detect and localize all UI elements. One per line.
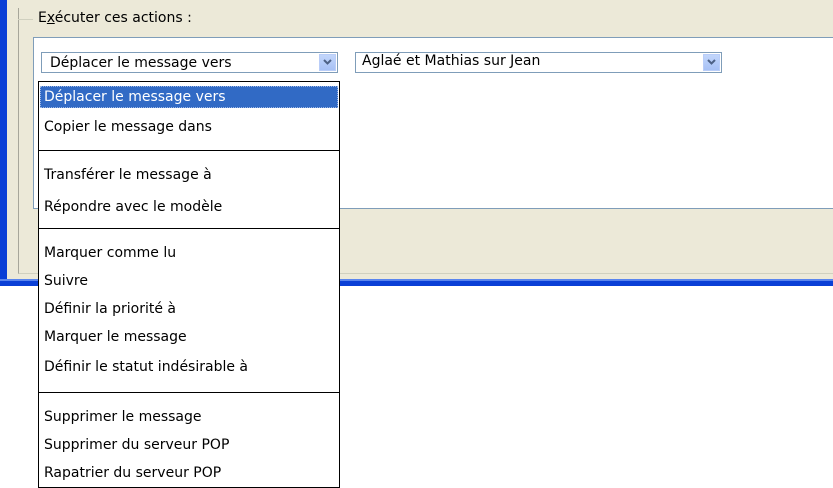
action-type-select[interactable]: Déplacer le message vers xyxy=(41,52,338,73)
chevron-down-icon xyxy=(323,59,332,65)
group-title-rest: écuter ces actions : xyxy=(54,10,192,26)
target-folder-select[interactable]: Aglaé et Mathias sur Jean xyxy=(355,52,722,73)
window-border-left xyxy=(0,0,7,286)
dropdown-option-fetch-pop[interactable]: Rapatrier du serveur POP xyxy=(40,462,338,484)
dropdown-option-move[interactable]: Déplacer le message vers xyxy=(40,86,338,108)
dropdown-option-delete-pop[interactable]: Supprimer du serveur POP xyxy=(40,434,338,456)
groupbox-top-line xyxy=(18,19,33,20)
dropdown-option-mark-read[interactable]: Marquer comme lu xyxy=(40,242,338,264)
dropdown-separator xyxy=(39,228,339,229)
action-type-value: Déplacer le message vers xyxy=(50,55,232,71)
dropdown-separator xyxy=(39,392,339,393)
actions-group-title: Exécuter ces actions : xyxy=(35,10,195,26)
group-title-prefix: E xyxy=(38,10,47,26)
dropdown-separator xyxy=(39,150,339,151)
chevron-down-icon xyxy=(707,59,716,65)
dropdown-option-flag-message[interactable]: Marquer le message xyxy=(40,326,338,348)
group-title-accesskey: x xyxy=(46,10,55,26)
dropdown-option-forward[interactable]: Transférer le message à xyxy=(40,164,338,186)
target-folder-value: Aglaé et Mathias sur Jean xyxy=(362,53,541,69)
dropdown-option-copy[interactable]: Copier le message dans xyxy=(40,116,338,138)
dropdown-option-junk-status[interactable]: Définir le statut indésirable à xyxy=(40,356,338,378)
action-type-dropdown-list: Déplacer le message vers Copier le messa… xyxy=(38,81,340,488)
dropdown-option-reply-template[interactable]: Répondre avec le modèle xyxy=(40,196,338,218)
dropdown-option-set-priority[interactable]: Définir la priorité à xyxy=(40,298,338,320)
dropdown-option-follow[interactable]: Suivre xyxy=(40,270,338,292)
action-type-dropdown-button[interactable] xyxy=(319,54,336,71)
target-folder-dropdown-button[interactable] xyxy=(703,54,720,71)
dropdown-option-delete[interactable]: Supprimer le message xyxy=(40,406,338,428)
